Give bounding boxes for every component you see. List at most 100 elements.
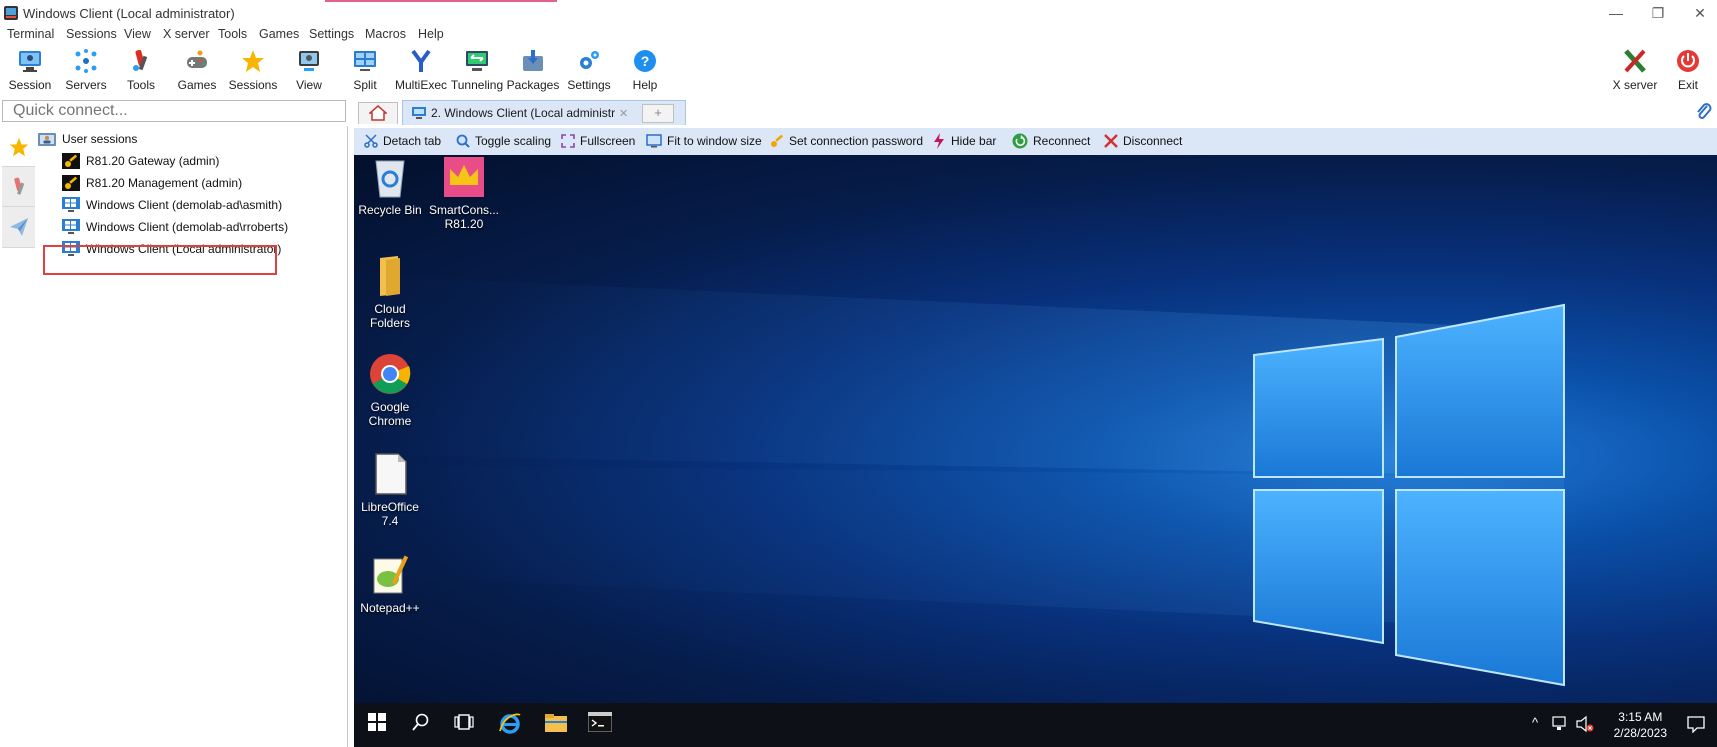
hide-bar-button[interactable]: Hide bar [932, 132, 996, 150]
star-icon [242, 50, 264, 72]
toggle-scaling-button[interactable]: Toggle scaling [456, 132, 551, 150]
task-view-icon[interactable] [454, 713, 474, 731]
home-icon [369, 105, 387, 121]
tools-button[interactable]: Tools [113, 46, 169, 96]
games-button[interactable]: Games [169, 46, 225, 96]
volume-muted-icon[interactable] [1576, 715, 1594, 733]
tree-item-label: Windows Client (demolab-ad\asmith) [86, 198, 283, 212]
remote-desktop[interactable]: Recycle Bin SmartCons... R81.20 Cloud Fo… [354, 155, 1717, 703]
desktop-icon-smartconsole[interactable]: SmartCons... R81.20 [428, 155, 500, 231]
fit-window-icon [646, 134, 662, 148]
sidebar-tab-sftp[interactable] [2, 206, 35, 248]
paperclip-icon[interactable] [1695, 102, 1713, 122]
tunneling-icon [466, 51, 488, 71]
recycle-bin-icon [375, 160, 405, 198]
tab-close-icon[interactable]: ✕ [619, 107, 628, 120]
tools-icon [133, 49, 148, 71]
restore-button[interactable]: ❐ [1643, 3, 1673, 23]
tree-item-management[interactable]: R81.20 Management (admin) [62, 173, 242, 193]
network-icon[interactable] [1552, 716, 1570, 732]
taskbar-clock[interactable]: 3:15 AM 2/28/2023 [1614, 709, 1667, 741]
sidebar-tab-sessions[interactable] [2, 126, 35, 166]
windows-start-icon[interactable] [368, 713, 386, 731]
menu-help[interactable]: Help [418, 27, 444, 41]
help-button[interactable]: ? Help [617, 46, 673, 96]
key-icon [62, 153, 80, 169]
sidebar-tab-tools[interactable] [2, 166, 35, 207]
selection-highlight-box [43, 245, 277, 275]
desktop-icon-cloud-folders[interactable]: Cloud Folders [354, 254, 426, 330]
session-button[interactable]: Session [2, 46, 58, 96]
home-tab[interactable] [358, 102, 398, 124]
servers-button[interactable]: Servers [58, 46, 114, 96]
multiexec-icon [411, 49, 431, 72]
split-button[interactable]: Split [337, 46, 393, 96]
menu-sessions[interactable]: Sessions [66, 27, 117, 41]
xserver-button[interactable]: X server [1607, 46, 1663, 96]
set-connection-password-label: Set connection password [789, 134, 924, 148]
tree-root-user-sessions[interactable]: User sessions [38, 129, 137, 149]
icon-label-line2: Chrome [368, 414, 412, 428]
icon-label-line1: Google [370, 400, 410, 414]
star-icon [9, 137, 29, 157]
desktop-icon-notepadpp[interactable]: Notepad++ [354, 553, 426, 615]
folder-icon [380, 256, 400, 296]
chevron-up-icon[interactable]: ^ [1532, 715, 1538, 730]
reconnect-label: Reconnect [1033, 134, 1091, 148]
clock-time: 3:15 AM [1618, 710, 1663, 724]
search-icon[interactable] [412, 713, 430, 731]
menu-bar: Terminal Sessions View X server Tools Ga… [0, 26, 1717, 44]
chrome-icon [370, 354, 411, 394]
desktop-icon-recycle-bin[interactable]: Recycle Bin [354, 155, 426, 217]
detach-tab-button[interactable]: Detach tab [364, 132, 441, 150]
set-connection-password-button[interactable]: Set connection password [770, 132, 923, 150]
split-label: Split [353, 78, 377, 92]
settings-button[interactable]: Settings [561, 46, 617, 96]
new-tab-button[interactable]: + [642, 104, 674, 123]
gear-icon [580, 51, 599, 69]
desktop-icon-google-chrome[interactable]: Google Chrome [354, 352, 426, 428]
menu-settings[interactable]: Settings [309, 27, 354, 41]
packages-label: Packages [506, 78, 560, 92]
terminal-icon[interactable] [588, 712, 612, 732]
sessions-panel: User sessions R81.20 Gateway (admin) R81… [36, 126, 348, 747]
servers-icon [75, 49, 97, 73]
fit-to-window-button[interactable]: Fit to window size [646, 132, 762, 150]
disconnect-button[interactable]: Disconnect [1104, 132, 1182, 150]
menu-games[interactable]: Games [259, 27, 299, 41]
remote-taskbar: ^ 3:15 AM 2/28/2023 [354, 703, 1717, 747]
clock-date: 2/28/2023 [1613, 726, 1667, 740]
sessions-button[interactable]: Sessions [225, 46, 281, 96]
main-toolbar: Session Servers Tools Games Sessions Vie… [0, 44, 1717, 96]
file-explorer-icon[interactable] [544, 712, 568, 734]
tunneling-button[interactable]: Tunneling [449, 46, 505, 96]
multiexec-button[interactable]: MultiExec [393, 46, 449, 96]
internet-explorer-icon[interactable] [498, 711, 522, 735]
fullscreen-button[interactable]: Fullscreen [561, 132, 635, 150]
packages-button[interactable]: Packages [505, 46, 561, 96]
menu-view[interactable]: View [124, 27, 151, 41]
close-button[interactable]: ✕ [1685, 3, 1715, 23]
menu-terminal[interactable]: Terminal [7, 27, 54, 41]
reconnect-button[interactable]: Reconnect [1012, 132, 1090, 150]
view-button[interactable]: View [281, 46, 337, 96]
tree-item-windows-asmith[interactable]: Windows Client (demolab-ad\asmith) [62, 195, 282, 215]
exit-button[interactable]: Exit [1663, 46, 1713, 96]
hide-bar-label: Hide bar [951, 134, 997, 148]
key-icon [771, 134, 784, 147]
menu-tools[interactable]: Tools [218, 27, 247, 41]
tree-item-gateway[interactable]: R81.20 Gateway (admin) [62, 151, 219, 171]
tree-item-windows-rroberts[interactable]: Windows Client (demolab-ad\rroberts) [62, 217, 288, 237]
icon-label-line1: Recycle Bin [358, 203, 422, 217]
windows-wallpaper [354, 275, 1565, 687]
menu-macros[interactable]: Macros [365, 27, 406, 41]
tab-strip: 2. Windows Client (Local administrat ✕ + [352, 100, 1717, 125]
menu-xserver[interactable]: X server [163, 27, 210, 41]
tab-label: 2. Windows Client (Local administrat [431, 106, 615, 120]
notifications-icon[interactable] [1687, 715, 1705, 733]
title-bar: Windows Client (Local administrator) — ❐… [0, 0, 1717, 26]
quick-connect-input[interactable] [2, 100, 346, 122]
desktop-icon-libreoffice[interactable]: LibreOffice 7.4 [354, 452, 426, 528]
minimize-button[interactable]: — [1601, 3, 1631, 23]
exit-label: Exit [1677, 78, 1698, 92]
